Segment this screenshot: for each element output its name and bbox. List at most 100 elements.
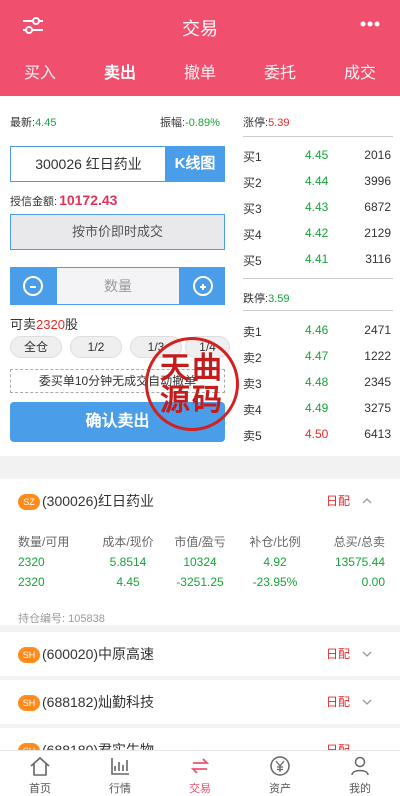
position-card[interactable]: SH(688180)君实生物 日配 <box>0 728 400 750</box>
nav-label: 首页 <box>29 783 51 795</box>
ratio-full-button[interactable]: 全仓 <box>10 336 62 358</box>
grid-cell: 2320 <box>18 555 45 569</box>
position-title: SZ (300026)红日药业 <box>18 479 154 523</box>
chevron-up-icon[interactable] <box>362 496 372 506</box>
bid-volume: 3996 <box>364 174 391 188</box>
bottom-nav: 首页 行情 交易 资产 我的 <box>0 750 400 796</box>
stock-name: (600020)中原高速 <box>42 646 155 662</box>
chevron-down-icon[interactable] <box>362 649 372 659</box>
grid-row: 2320 5.8514 10324 4.92 13575.44 <box>0 555 400 575</box>
credit-value: 10172.43 <box>59 192 118 208</box>
plus-icon <box>193 276 213 296</box>
ellipsis-icon[interactable] <box>360 20 380 28</box>
bid-label: 买5 <box>243 254 262 268</box>
exchange-badge: SH <box>18 695 40 712</box>
nav-assets[interactable]: 资产 <box>240 751 320 796</box>
tab-sell[interactable]: 卖出 <box>80 52 160 96</box>
tab-orders[interactable]: 委托 <box>240 52 320 96</box>
divider <box>243 136 393 137</box>
seal-line-1: 天曲 <box>160 351 224 386</box>
nav-home[interactable]: 首页 <box>0 751 80 796</box>
increase-button[interactable] <box>180 267 225 305</box>
amplitude: 振幅:-0.89% <box>160 114 220 130</box>
latest-price: 最新:4.45 <box>10 114 56 130</box>
latest-value: 4.45 <box>35 117 57 129</box>
nav-market[interactable]: 行情 <box>80 751 160 796</box>
header-cell: 成本/现价 <box>102 535 154 549</box>
bid-price: 4.43 <box>305 200 329 214</box>
stock-name: (688182)灿勤科技 <box>42 694 155 710</box>
exchange-badge: SH <box>18 647 40 664</box>
stock-code-input[interactable]: 300026 红日药业 <box>10 146 166 182</box>
user-icon <box>351 756 369 776</box>
nav-profile[interactable]: 我的 <box>320 751 400 796</box>
credit-amount: 授信金额: 10172.43 <box>10 192 117 209</box>
holding-number-label: 持仓编号: <box>18 613 66 625</box>
tab-deals[interactable]: 成交 <box>320 52 400 96</box>
bid-row: 买2 4.44 3996 <box>243 174 393 192</box>
bid-row: 买5 4.41 3116 <box>243 252 393 270</box>
quantity-stepper: 数量 <box>10 267 225 305</box>
grid-cell: -3251.25 <box>176 575 224 589</box>
stock-name: (688180)君实生物 <box>42 742 155 750</box>
ask-row: 卖2 4.47 1222 <box>243 349 393 367</box>
nav-label: 交易 <box>189 783 211 795</box>
grid-cell: 0.00 <box>361 575 385 589</box>
nav-label: 我的 <box>349 783 371 795</box>
bid-row: 买1 4.45 2016 <box>243 148 393 166</box>
grid-cell: 4.92 <box>263 555 287 569</box>
ratio-half-button[interactable]: 1/2 <box>70 336 122 358</box>
nav-trade[interactable]: 交易 <box>160 751 240 796</box>
kline-button[interactable]: K线图 <box>165 146 225 182</box>
watermark-seal: 天曲 源码 <box>145 337 239 431</box>
bid-label: 买2 <box>243 176 262 190</box>
position-tag: 日配 <box>325 695 350 709</box>
header-cell: 数量/可用 <box>18 535 70 549</box>
decrease-button[interactable] <box>10 267 56 305</box>
position-tag: 日配 <box>325 494 350 508</box>
swap-icon <box>190 758 210 774</box>
limit-down-label: 跌停: <box>243 293 269 305</box>
ask-row: 卖3 4.48 2345 <box>243 375 393 393</box>
divider <box>243 278 393 279</box>
position-grid: 数量/可用 成本/现价 市值/盈亏 补仓/比例 总买/总卖 2320 5.851… <box>0 533 400 595</box>
position-card[interactable]: SH (600020)中原高速 日配 <box>0 632 400 676</box>
bid-row: 买3 4.43 6872 <box>243 200 393 218</box>
ask-label: 卖4 <box>243 403 262 417</box>
latest-label: 最新: <box>10 117 36 129</box>
grid-cell: 10324 <box>183 555 217 569</box>
nav-label: 资产 <box>269 783 291 795</box>
position-title: SH (600020)中原高速 <box>18 632 154 676</box>
seal-line-2: 源码 <box>160 383 224 418</box>
bid-price: 4.41 <box>305 252 329 266</box>
position-tag: 日配 <box>325 743 350 750</box>
exchange-badge: SH <box>18 743 40 750</box>
ask-label: 卖3 <box>243 377 262 391</box>
ask-price: 4.46 <box>305 323 329 337</box>
header-cell: 总买/总卖 <box>333 535 385 549</box>
ask-volume: 2345 <box>364 375 391 389</box>
limit-down: 跌停:3.59 <box>243 290 289 306</box>
quantity-input[interactable]: 数量 <box>56 267 180 305</box>
exchange-badge: SZ <box>18 494 40 511</box>
chevron-down-icon[interactable] <box>362 697 372 707</box>
ask-label: 卖2 <box>243 351 262 365</box>
nav-label: 行情 <box>109 783 131 795</box>
market-price-button[interactable]: 按市价即时成交 <box>10 214 225 250</box>
bid-label: 买1 <box>243 150 262 164</box>
stock-name: (300026)红日药业 <box>42 493 155 509</box>
position-card[interactable]: SZ (300026)红日药业 日配 数量/可用 成本/现价 市值/盈亏 补仓/比… <box>0 479 400 625</box>
tab-cancel[interactable]: 撤单 <box>160 52 240 96</box>
limit-down-value: 3.59 <box>268 293 290 305</box>
header-cell: 补仓/比例 <box>249 535 301 549</box>
tab-buy[interactable]: 买入 <box>0 52 80 96</box>
page-title: 交易 <box>182 19 218 39</box>
position-tag: 日配 <box>325 647 350 661</box>
trade-tabs: 买入 卖出 撤单 委托 成交 <box>0 52 400 96</box>
bid-price: 4.45 <box>305 148 329 162</box>
bid-price: 4.44 <box>305 174 329 188</box>
bid-volume: 3116 <box>365 252 391 266</box>
position-card[interactable]: SH (688182)灿勤科技 日配 <box>0 680 400 724</box>
position-title: SH(688180)君实生物 <box>18 728 154 750</box>
ask-volume: 1222 <box>364 349 391 363</box>
